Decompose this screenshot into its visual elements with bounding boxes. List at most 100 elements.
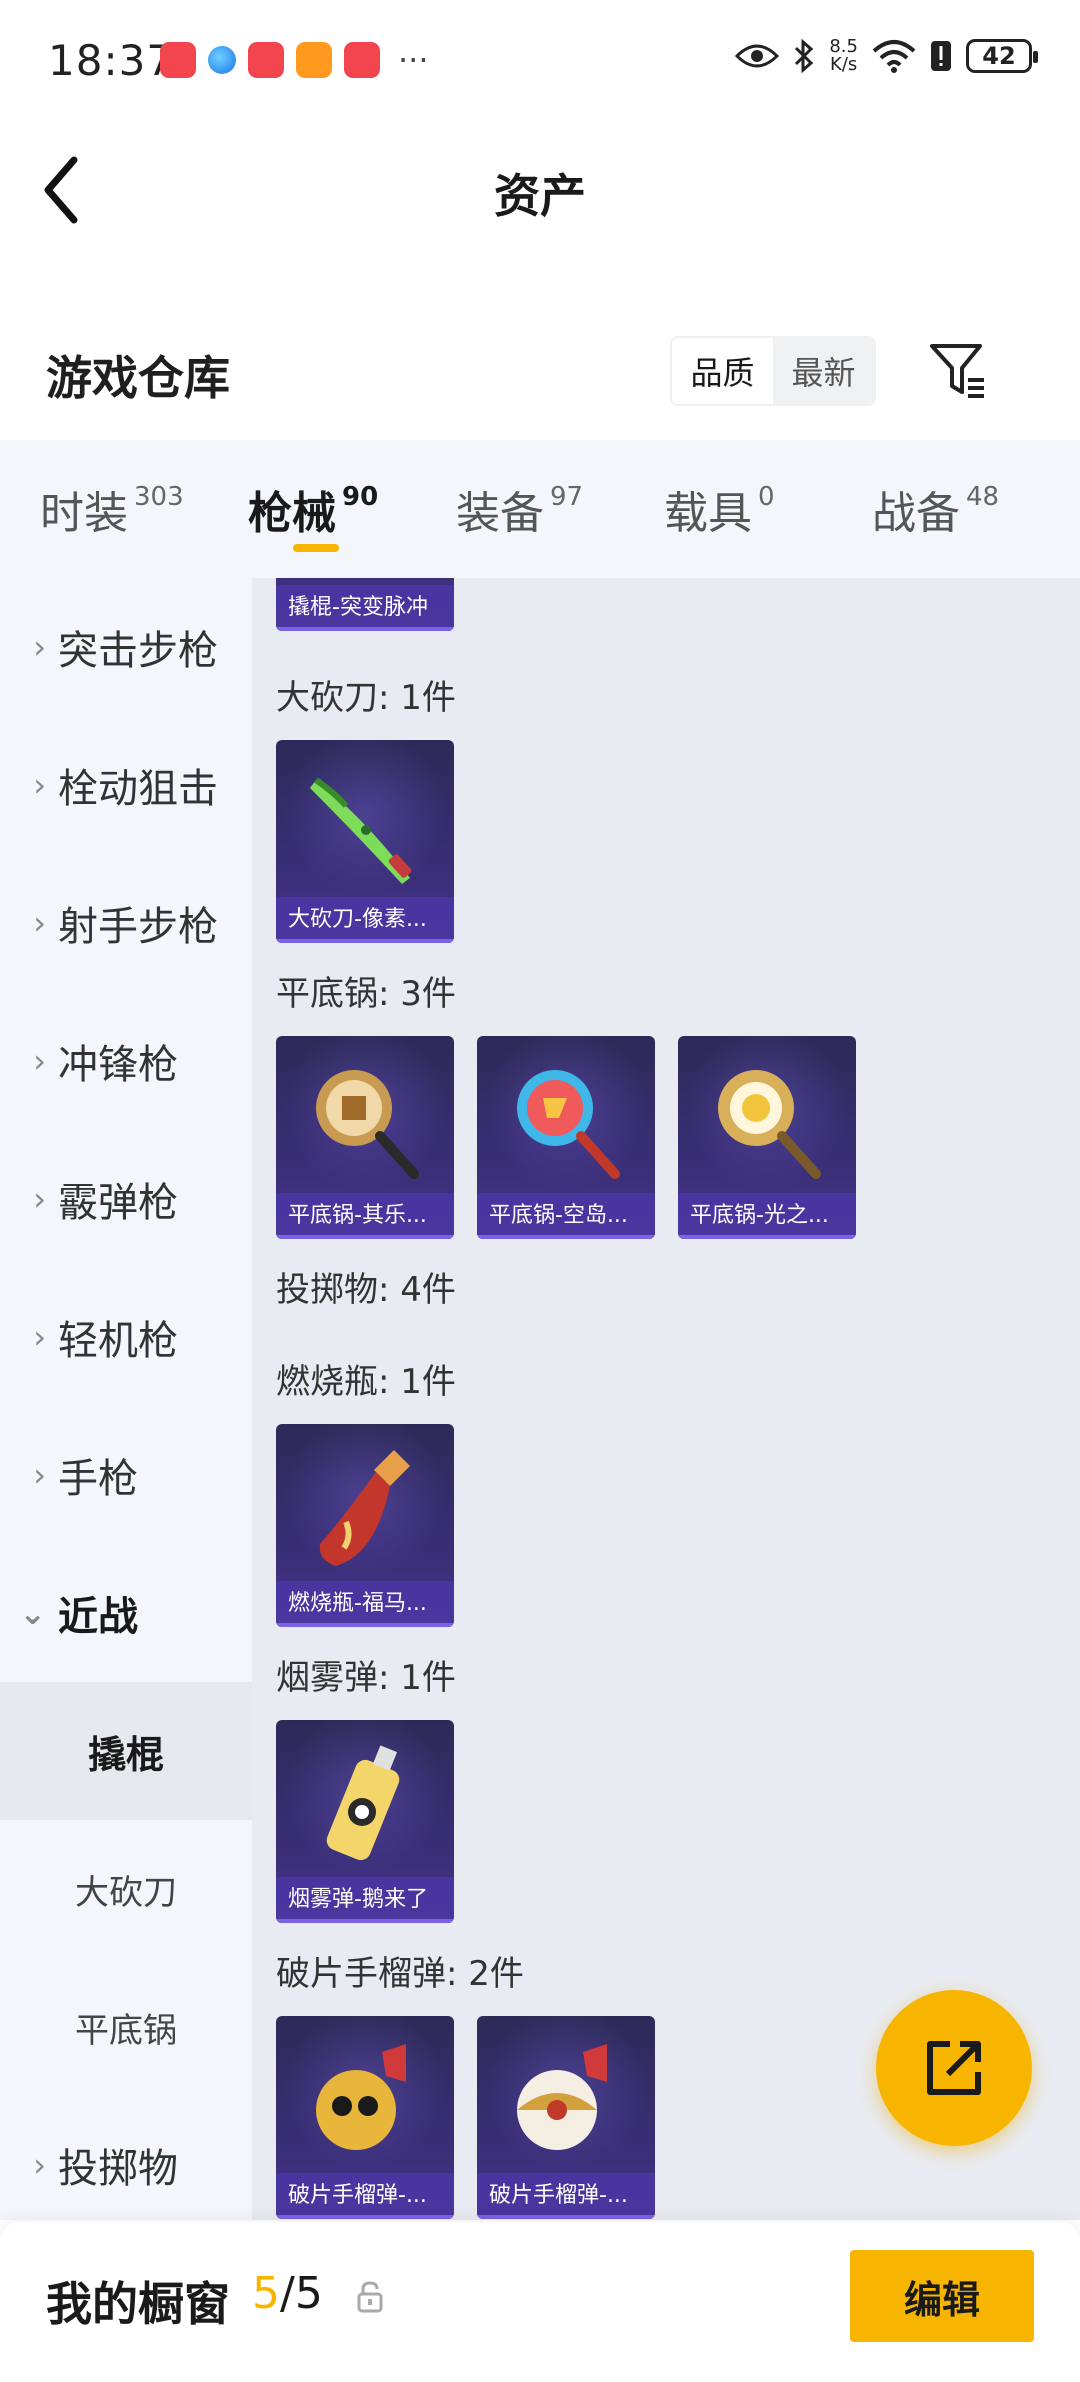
group-label-frag: 破片手榴弹: 2件	[276, 1954, 524, 1994]
item-card-pan[interactable]: 平底锅-光之...	[678, 1036, 856, 1239]
sidebar-item-shotgun[interactable]: › 霰弹枪	[0, 1130, 252, 1268]
tab-label: 载具	[664, 488, 752, 539]
sidebar-subitem-pan[interactable]: 平底锅	[0, 1958, 252, 2096]
item-card-pan[interactable]: 平底锅-空岛...	[477, 1036, 655, 1239]
tab-label: 枪械	[248, 488, 336, 539]
filter-button[interactable]	[926, 338, 990, 402]
sidebar-item-melee[interactable]: ⌄ 近战	[0, 1544, 252, 1682]
item-name: 平底锅-空岛...	[477, 1193, 655, 1239]
sort-newest-button[interactable]: 最新	[773, 338, 874, 404]
group-label-throwables: 投掷物: 4件	[276, 1270, 456, 1310]
shopping-app-icon	[248, 42, 284, 78]
group-label-smoke: 烟雾弹: 1件	[276, 1658, 456, 1698]
item-name: 破片手榴弹-...	[276, 2173, 454, 2219]
tab-firearms[interactable]: 枪械 90	[248, 440, 456, 578]
chevron-down-icon: ⌄	[19, 1594, 46, 1632]
item-name: 撬棍-突变脉冲	[276, 585, 454, 631]
showcase-count: 5/5	[252, 2268, 323, 2319]
tab-count: 48	[966, 482, 1000, 512]
item-card-molotov[interactable]: 燃烧瓶-福马...	[276, 1424, 454, 1627]
net-speed: 8.5 K/s	[829, 36, 858, 75]
status-time: 18:37	[48, 36, 175, 85]
sidebar-subitem-crowbar[interactable]: 撬棍	[0, 1682, 252, 1820]
group-label-pan: 平底锅: 3件	[276, 974, 456, 1014]
lock-icon	[357, 2281, 383, 2313]
tab-label: 装备	[456, 488, 544, 539]
sidebar-item-label: 手枪	[58, 1456, 138, 1502]
sidebar-item-label: 突击步枪	[58, 628, 218, 674]
item-card-frag-grenade[interactable]: 破片手榴弹-...	[477, 2016, 655, 2219]
eye-icon	[735, 44, 780, 68]
item-list: 撬棍-突变脉冲 大砍刀: 1件 大砍刀-像素... 平底锅: 3件 平底锅-其乐…	[252, 578, 1080, 2220]
showcase-title: 我的橱窗	[46, 2277, 230, 2331]
battery-indicator: 42	[966, 39, 1038, 73]
sidebar-item-pistol[interactable]: › 手枪	[0, 1406, 252, 1544]
item-name: 大砍刀-像素...	[276, 897, 454, 943]
chevron-right-icon: ›	[33, 1042, 46, 1080]
group-label-machete: 大砍刀: 1件	[276, 678, 456, 718]
video-app-icon	[296, 42, 332, 78]
app-header: 资产	[0, 120, 1080, 260]
showcase-count-separator: /	[280, 2268, 295, 2319]
frag-grenade-image	[517, 2044, 607, 2150]
sidebar-subitem-machete[interactable]: 大砍刀	[0, 1820, 252, 1958]
item-card-frag-grenade[interactable]: 破片手榴弹-...	[276, 2016, 454, 2219]
chevron-right-icon: ›	[33, 628, 46, 666]
weapon-type-sidebar: › 突击步枪 › 栓动狙击 › 射手步枪 › 冲锋枪 › 霰弹枪 › 轻机枪 › 手枪 ⌄ 近战…	[0, 578, 252, 2220]
notification-icons: ···	[160, 42, 429, 78]
tab-count: 303	[134, 482, 184, 512]
sort-quality-button[interactable]: 品质	[672, 338, 773, 404]
item-card-crowbar[interactable]: 撬棍-突变脉冲	[276, 578, 454, 631]
tab-count: 97	[550, 482, 584, 512]
tab-fashion[interactable]: 时装 303	[40, 440, 248, 578]
sidebar-item-assault-rifle[interactable]: › 突击步枪	[0, 578, 252, 716]
sidebar-item-throwables[interactable]: › 投掷物	[0, 2096, 252, 2220]
edit-button[interactable]: 编辑	[850, 2250, 1034, 2342]
frag-grenade-image	[316, 2044, 406, 2150]
item-card-smoke-grenade[interactable]: 烟雾弹-鹅来了	[276, 1720, 454, 1923]
smoke-grenade-image	[326, 1745, 400, 1861]
pan-image	[718, 1070, 821, 1179]
tab-label: 时装	[40, 488, 128, 539]
alert-sim-icon	[931, 41, 951, 71]
tab-label: 战备	[872, 488, 960, 539]
sidebar-item-label: 投掷物	[58, 2146, 178, 2192]
active-tab-indicator	[293, 544, 339, 552]
molotov-image	[319, 1450, 410, 1566]
showcase-bar: 我的橱窗 5/5 编辑	[0, 2222, 1080, 2382]
item-name: 平底锅-其乐...	[276, 1193, 454, 1239]
sidebar-item-label: 栓动狙击	[58, 766, 218, 812]
sidebar-item-smg[interactable]: › 冲锋枪	[0, 992, 252, 1130]
sidebar-item-marksman-rifle[interactable]: › 射手步枪	[0, 854, 252, 992]
tab-count: 90	[342, 482, 379, 512]
showcase-count-total: 5	[294, 2268, 323, 2319]
sidebar-item-label: 射手步枪	[58, 904, 218, 950]
sidebar-item-lmg[interactable]: › 轻机枪	[0, 1268, 252, 1406]
status-bar: 18:37 ··· 8.5 K/s 42	[0, 0, 1080, 120]
shopping-app-icon	[344, 42, 380, 78]
item-card-machete[interactable]: 大砍刀-像素...	[276, 740, 454, 943]
item-name: 平底锅-光之...	[678, 1193, 856, 1239]
sidebar-item-label: 冲锋枪	[58, 1042, 178, 1088]
share-fab-button[interactable]	[876, 1990, 1032, 2146]
filter-icon	[930, 344, 984, 398]
bluetooth-icon	[795, 39, 814, 73]
chevron-right-icon: ›	[33, 766, 46, 804]
warehouse-header: 游戏仓库 品质 最新	[0, 320, 1080, 440]
tab-supplies[interactable]: 战备 48	[872, 440, 1080, 578]
machete-image	[310, 777, 412, 884]
item-name: 破片手榴弹-...	[477, 2173, 655, 2219]
sidebar-item-bolt-sniper[interactable]: › 栓动狙击	[0, 716, 252, 854]
item-name: 燃烧瓶-福马...	[276, 1581, 454, 1627]
chevron-right-icon: ›	[33, 1318, 46, 1356]
item-card-pan[interactable]: 平底锅-其乐...	[276, 1036, 454, 1239]
tab-vehicles[interactable]: 载具 0	[664, 440, 872, 578]
tab-equipment[interactable]: 装备 97	[456, 440, 664, 578]
chevron-right-icon: ›	[33, 904, 46, 942]
share-external-icon	[927, 2041, 981, 2095]
sort-toggle: 品质 最新	[670, 336, 876, 406]
sidebar-item-label: 轻机枪	[58, 1318, 178, 1364]
showcase-count-current: 5	[252, 2268, 280, 2319]
more-notifications-icon: ···	[398, 41, 429, 79]
chevron-right-icon: ›	[33, 1180, 46, 1218]
